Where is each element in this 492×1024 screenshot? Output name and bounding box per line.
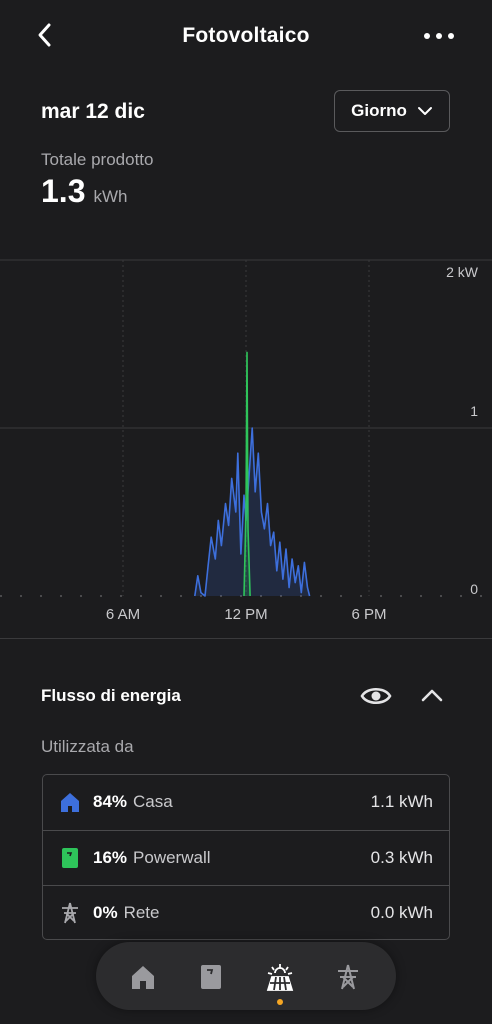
chevron-up-icon — [421, 689, 443, 702]
solar-production-chart[interactable]: 2 kW 1 0 6 AM 12 PM 6 PM — [0, 250, 492, 640]
usage-percent: 84% — [93, 792, 128, 811]
total-value: 1.3 — [41, 173, 86, 209]
x-tick-label: 12 PM — [224, 606, 267, 623]
usage-value: 0.3 kWh — [370, 847, 433, 867]
more-dot-icon — [424, 33, 430, 39]
usage-table: 84% Casa 1.1 kWh 16% Powerwall 0.3 kWh 0… — [42, 774, 450, 940]
eye-icon — [360, 687, 392, 705]
grid-tower-icon — [59, 902, 81, 924]
usage-name: Rete — [123, 902, 160, 922]
usage-percent: 16% — [93, 847, 128, 867]
energy-flow-title: Flusso di energia — [41, 686, 181, 705]
usage-row-powerwall[interactable]: 16% Powerwall 0.3 kWh — [43, 830, 449, 884]
nav-grid-tower-icon[interactable] — [331, 960, 365, 994]
usage-value: 1.1 kWh — [370, 792, 433, 811]
nav-home-icon[interactable] — [126, 960, 160, 994]
y-tick-label: 0 — [470, 581, 478, 597]
usage-row-rete[interactable]: 0% Rete 0.0 kWh — [43, 885, 449, 939]
chevron-down-icon — [417, 107, 432, 115]
y-tick-label: 2 kW — [446, 264, 479, 280]
house-icon — [59, 791, 81, 813]
range-label: Giorno — [351, 101, 407, 120]
nav-solar-icon[interactable] — [263, 960, 297, 994]
header: Fotovoltaico — [0, 0, 492, 72]
y-tick-label: 1 — [470, 403, 478, 419]
total-produced: 1.3 kWh — [41, 173, 127, 210]
x-tick-label: 6 PM — [351, 606, 386, 623]
collapse-button[interactable] — [420, 684, 444, 708]
powerwall-icon — [59, 847, 81, 869]
usage-name: Powerwall — [133, 847, 211, 867]
total-unit: kWh — [93, 187, 128, 206]
visibility-toggle[interactable] — [360, 683, 392, 709]
series-area-0 — [194, 428, 310, 596]
date-label: mar 12 dic — [41, 100, 145, 123]
page-title: Fotovoltaico — [182, 24, 310, 47]
used-by-label: Utilizzata da — [41, 737, 134, 756]
x-tick-label: 6 AM — [106, 606, 140, 623]
usage-name: Casa — [133, 792, 173, 811]
more-dot-icon — [448, 33, 454, 39]
chart-divider — [0, 638, 492, 639]
usage-row-casa[interactable]: 84% Casa 1.1 kWh — [43, 775, 449, 829]
active-nav-indicator — [277, 999, 283, 1005]
range-dropdown[interactable]: Giorno — [334, 90, 450, 132]
bottom-navigation — [96, 942, 396, 1010]
nav-powerwall-icon[interactable] — [194, 960, 228, 994]
usage-percent: 0% — [93, 902, 118, 922]
usage-value: 0.0 kWh — [370, 902, 433, 922]
more-options-button[interactable] — [424, 26, 454, 46]
total-label: Totale prodotto — [41, 150, 154, 169]
more-dot-icon — [436, 33, 442, 39]
